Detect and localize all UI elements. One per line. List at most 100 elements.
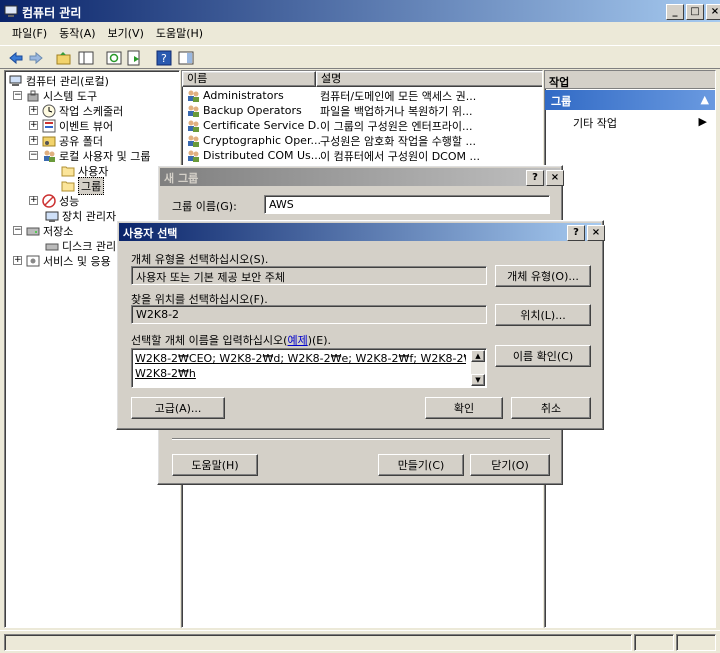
group-icon [186, 134, 200, 148]
maximize-button[interactable]: □ [686, 4, 704, 20]
collapse-icon[interactable]: − [13, 91, 22, 100]
group-icon [186, 104, 200, 118]
object-names-line: W2K8-2₩h [135, 367, 196, 380]
group-icon [186, 149, 200, 163]
object-type-label: 개체 유형을 선택하십시오(S). [131, 253, 269, 266]
create-button[interactable]: 만들기(C) [378, 454, 464, 476]
status-panel-3 [676, 634, 716, 651]
select-users-dialog: 사용자 선택 ? × 개체 유형을 선택하십시오(S). 사용자 또는 기본 제… [116, 220, 605, 430]
tree-item-services[interactable]: + 서비스 및 응용 [13, 253, 111, 268]
action-pane-header: 작업 [545, 71, 715, 89]
collapse-section-icon[interactable]: ▲ [701, 93, 709, 106]
cancel-button[interactable]: 취소 [511, 397, 591, 419]
tree-item-storage[interactable]: − 저장소 [13, 223, 73, 238]
select-users-titlebar: 사용자 선택 ? × [119, 223, 605, 241]
up-folder-icon[interactable] [56, 50, 72, 69]
group-name-label: 그룹 이름(G): [172, 200, 237, 213]
column-header-name[interactable]: 이름 [182, 71, 316, 87]
expand-icon[interactable]: + [29, 121, 38, 130]
tools-icon [26, 89, 40, 103]
collapse-icon[interactable]: − [13, 226, 22, 235]
refresh-icon[interactable] [106, 50, 122, 69]
forward-icon[interactable] [28, 50, 44, 69]
new-group-title: 새 그룹 [164, 172, 199, 185]
close-button[interactable]: × [587, 225, 605, 241]
tree-item-disk-management[interactable]: 디스크 관리 [45, 238, 116, 253]
expand-icon[interactable]: + [13, 256, 22, 265]
menu-help[interactable]: 도움말(H) [156, 25, 203, 41]
folder-icon [61, 179, 75, 193]
list-item[interactable]: Backup Operators 파일을 백업하거나 복원하기 위... [186, 103, 542, 118]
status-bar [0, 630, 720, 653]
show-hide-tree-icon[interactable] [78, 50, 94, 69]
device-manager-icon [45, 209, 59, 223]
dialog-divider [172, 438, 550, 440]
list-item[interactable]: Cryptographic Oper... 구성원은 암호화 작업을 수행할 .… [186, 133, 542, 148]
tree-item-event-viewer[interactable]: + 이벤트 뷰어 [29, 118, 113, 133]
event-viewer-icon [42, 119, 56, 133]
help-question-button[interactable]: ? [526, 170, 544, 186]
examples-link[interactable]: 예제 [287, 334, 307, 347]
column-header-description[interactable]: 설명 [316, 71, 542, 87]
action-more[interactable]: 기타 작업 ▶ [573, 115, 713, 131]
list-header: 이름 설명 [182, 71, 542, 87]
expand-icon[interactable]: + [29, 106, 38, 115]
performance-icon [42, 193, 56, 208]
list-item[interactable]: Distributed COM Us... 이 컴퓨터에서 구성원이 DCOM … [186, 148, 542, 163]
computer-management-icon [9, 74, 23, 88]
tree-item-root[interactable]: 컴퓨터 관리(로컬) [9, 73, 109, 88]
submenu-arrow-icon: ▶ [698, 115, 707, 128]
show-action-pane-icon[interactable] [178, 50, 194, 69]
help-button[interactable]: 도움말(H) [172, 454, 258, 476]
help-icon[interactable]: ? [156, 50, 172, 69]
close-button[interactable]: × [546, 170, 564, 186]
menu-bar: 파일(F) 동작(A) 보기(V) 도움말(H) [0, 22, 720, 44]
tree-item-task-scheduler[interactable]: + 작업 스케줄러 [29, 103, 123, 118]
collapse-icon[interactable]: − [29, 151, 38, 160]
help-question-button[interactable]: ? [567, 225, 585, 241]
tree-item-local-users[interactable]: − 로컬 사용자 및 그룹 [29, 148, 150, 163]
back-icon[interactable] [8, 50, 24, 69]
advanced-button[interactable]: 고급(A)... [131, 397, 225, 419]
group-name-input[interactable]: AWS [264, 195, 550, 214]
clock-icon [42, 104, 56, 118]
services-icon [26, 254, 40, 268]
scroll-down-icon[interactable]: ▼ [471, 374, 485, 386]
menu-action[interactable]: 동작(A) [59, 25, 95, 41]
location-field: W2K8-2 [131, 305, 487, 324]
tree-item-groups[interactable]: 그룹 [61, 176, 105, 195]
menu-file[interactable]: 파일(F) [12, 25, 47, 41]
object-types-button[interactable]: 개체 유형(O)... [495, 265, 591, 287]
users-groups-icon [42, 149, 56, 163]
expand-icon[interactable]: + [29, 136, 38, 145]
list-item[interactable]: Certificate Service D... 이 그룹의 구성원은 엔터프라… [186, 118, 542, 133]
scroll-up-icon[interactable]: ▲ [471, 350, 485, 362]
expand-icon[interactable]: + [29, 196, 38, 205]
check-names-button[interactable]: 이름 확인(C) [495, 345, 591, 367]
close-button[interactable]: × [706, 4, 720, 20]
new-group-titlebar: 새 그룹 ? × [160, 168, 564, 186]
main-titlebar: 컴퓨터 관리 _ □ × [0, 0, 720, 22]
svg-text:?: ? [161, 52, 167, 65]
tree-item-device-manager[interactable]: 장치 관리자 [45, 208, 116, 223]
ok-button[interactable]: 확인 [425, 397, 503, 419]
names-scrollbar[interactable]: ▲ ▼ [471, 350, 485, 386]
minimize-button[interactable]: _ [666, 4, 684, 20]
select-users-title: 사용자 선택 [123, 227, 178, 240]
locations-button[interactable]: 위치(L)... [495, 304, 591, 326]
tree-item-shared-folders[interactable]: + 공유 폴더 [29, 133, 103, 148]
disk-icon [45, 239, 59, 253]
status-panel-2 [634, 634, 674, 651]
object-names-label: 선택할 개체 이름을 입력하십시오(예제)(E). [131, 334, 332, 347]
list-item[interactable]: Administrators 컴퓨터/도메인에 모든 액세스 권... [186, 88, 542, 103]
window-title: 컴퓨터 관리 [22, 6, 82, 20]
toolbar: ? [0, 45, 720, 69]
export-list-icon[interactable] [126, 50, 142, 69]
tree-item-performance[interactable]: + 성능 [29, 193, 79, 208]
group-icon [186, 89, 200, 103]
object-names-input[interactable]: W2K8-2₩CEO; W2K8-2₩d; W2K8-2₩e; W2K8-2₩f… [131, 348, 487, 388]
close-dialog-button[interactable]: 닫기(O) [470, 454, 550, 476]
tree-item-system-tools[interactable]: − 시스템 도구 [13, 88, 97, 103]
action-section-groups[interactable]: 그룹 ▲ [545, 90, 715, 110]
menu-view[interactable]: 보기(V) [108, 25, 144, 41]
